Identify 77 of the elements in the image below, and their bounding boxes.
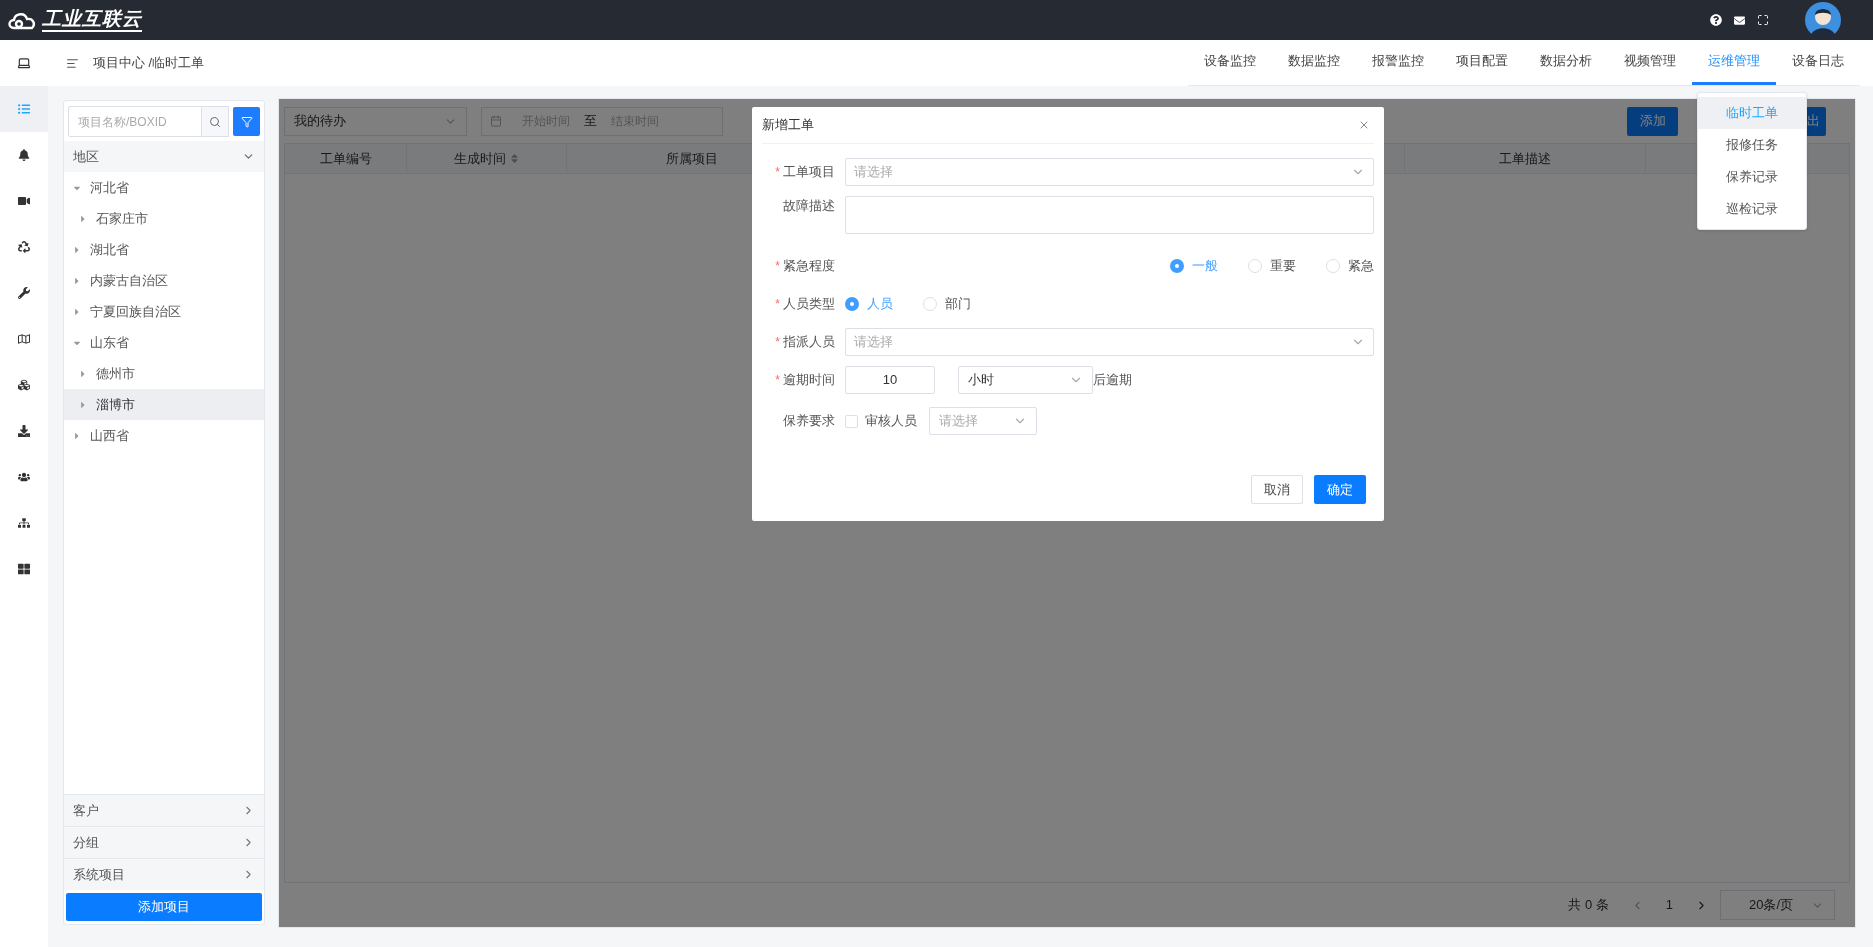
breadcrumb: 项目中心 /临时工单 — [93, 54, 205, 73]
avatar[interactable] — [1805, 2, 1841, 38]
help-icon[interactable] — [1710, 14, 1722, 26]
nav-tab[interactable]: 设备监控 — [1188, 40, 1272, 85]
filter-icon — [240, 115, 253, 128]
sort-icon — [510, 153, 519, 164]
tree-item[interactable]: 淄博市 — [64, 389, 264, 420]
radio-button[interactable] — [845, 297, 859, 311]
nav-tab[interactable]: 数据监控 — [1272, 40, 1356, 85]
dialog-title: 新增工单 — [762, 116, 814, 135]
nav-tab[interactable]: 项目配置 — [1440, 40, 1524, 85]
unit-select[interactable]: 小时 — [958, 366, 1093, 394]
mail-icon[interactable] — [1734, 14, 1745, 26]
cubes-icon — [18, 379, 30, 391]
fullscreen-icon[interactable] — [1757, 14, 1769, 26]
list-icon — [18, 103, 30, 115]
total-count: 共 0 条 — [1568, 896, 1609, 915]
add-project-button[interactable]: 添加项目 — [66, 893, 262, 921]
radio-button[interactable] — [923, 297, 937, 311]
recycle-icon — [18, 241, 30, 253]
field-label: 指派人员 — [783, 333, 835, 352]
calendar-icon — [490, 115, 502, 127]
required-asterisk: * — [775, 334, 780, 351]
radio-label: 紧急 — [1348, 257, 1374, 276]
radio-label: 一般 — [1192, 257, 1218, 276]
cancel-button[interactable]: 取消 — [1251, 475, 1303, 504]
required-asterisk: * — [775, 258, 780, 275]
suffix-text: 后逾期 — [1093, 371, 1132, 390]
filter-select[interactable]: 我的待办 — [284, 106, 467, 136]
wrench-icon — [18, 287, 30, 299]
menu-toggle-icon[interactable] — [66, 56, 79, 70]
search-icon — [209, 115, 221, 128]
radio-button[interactable] — [1326, 259, 1340, 273]
required-asterisk: * — [775, 372, 780, 389]
nav-tab[interactable]: 数据分析 — [1524, 40, 1608, 85]
menu-item[interactable]: 报修任务 — [1698, 129, 1806, 161]
section-header[interactable]: 分组 — [64, 826, 264, 858]
column-header: 工单描述 — [1405, 144, 1646, 173]
users-icon — [18, 471, 30, 483]
field-label: 紧急程度 — [783, 257, 835, 276]
checkbox-label: 审核人员 — [865, 412, 917, 431]
filter-button[interactable] — [233, 107, 260, 136]
confirm-button[interactable]: 确定 — [1314, 475, 1366, 504]
field-label: 故障描述 — [783, 197, 835, 215]
radio-label: 重要 — [1270, 257, 1296, 276]
download-icon — [18, 425, 30, 437]
checkbox[interactable] — [845, 414, 858, 428]
menu-item[interactable]: 巡检记录 — [1698, 193, 1806, 225]
radio-label: 部门 — [945, 295, 971, 314]
column-header: 工单编号 — [285, 144, 407, 173]
radio-button[interactable] — [1170, 259, 1184, 273]
nav-tab[interactable]: 报警监控 — [1356, 40, 1440, 85]
column-header: 生成时间 — [407, 144, 567, 173]
map-icon — [18, 333, 30, 345]
close-icon[interactable] — [1358, 119, 1370, 131]
radio-label: 人员 — [867, 295, 893, 314]
logo-text: 工业互联云 — [42, 8, 142, 32]
video-camera-icon — [18, 195, 30, 207]
field-label: 保养要求 — [783, 412, 835, 431]
menu-item[interactable]: 保养记录 — [1698, 161, 1806, 193]
nav-tab[interactable]: 视频管理 — [1608, 40, 1692, 85]
sitemap-icon — [18, 517, 30, 529]
bell-icon — [18, 149, 30, 161]
laptop-icon[interactable] — [17, 56, 31, 70]
radio-button[interactable] — [1248, 259, 1262, 273]
section-header[interactable]: 客户 — [64, 794, 264, 826]
page-size-select[interactable]: 20条/页 — [1720, 890, 1835, 920]
field-label: 人员类型 — [783, 295, 835, 314]
region-section-header[interactable]: 地区 — [64, 141, 264, 172]
required-asterisk: * — [775, 296, 780, 313]
field-label: 逾期时间 — [783, 371, 835, 390]
grid-icon — [18, 563, 30, 575]
page-number[interactable]: 1 — [1655, 895, 1683, 915]
search-button[interactable] — [202, 106, 229, 137]
nav-tab[interactable]: 设备日志 — [1776, 40, 1860, 85]
section-header[interactable]: 系统项目 — [64, 858, 264, 890]
number-field[interactable]: 10 — [845, 366, 935, 394]
